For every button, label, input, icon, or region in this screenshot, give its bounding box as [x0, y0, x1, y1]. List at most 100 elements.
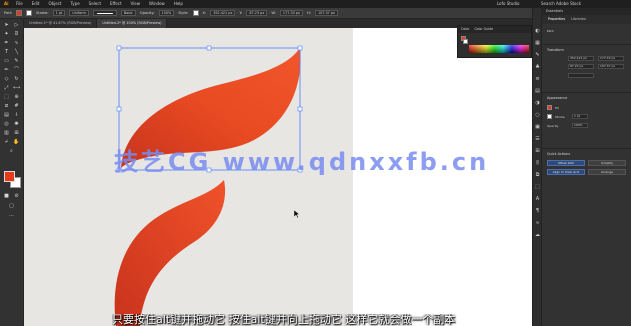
- menu-file[interactable]: File: [16, 0, 23, 8]
- handle-top-left[interactable]: [116, 45, 122, 51]
- curvature-icon[interactable]: ∿: [13, 40, 20, 47]
- rotate-icon[interactable]: ↻: [13, 76, 20, 83]
- fill-stroke-widget[interactable]: [4, 171, 22, 189]
- menu-type[interactable]: Type: [70, 0, 79, 8]
- stroke-swatch[interactable]: [25, 10, 32, 16]
- fill-swatch[interactable]: [15, 10, 22, 16]
- hand-icon[interactable]: ✋: [13, 139, 20, 146]
- more-tools-icon[interactable]: ⋯: [8, 213, 15, 220]
- menu-object[interactable]: Object: [48, 0, 61, 8]
- character-icon[interactable]: A: [534, 196, 541, 203]
- tab-libraries[interactable]: Libraries: [571, 15, 586, 24]
- rectangle-icon[interactable]: ▭: [3, 58, 10, 65]
- y-field[interactable]: 87.23 px: [246, 10, 268, 16]
- shaper-icon[interactable]: ⌒: [13, 67, 20, 74]
- lasso-icon[interactable]: ᘐ: [13, 31, 20, 38]
- color-icon[interactable]: ◐: [534, 28, 541, 35]
- layers-icon[interactable]: ☰: [534, 136, 541, 143]
- zoom-icon[interactable]: ⌕: [8, 148, 15, 155]
- direct-selection-icon[interactable]: ▷: [13, 22, 20, 29]
- canvas[interactable]: [24, 28, 532, 326]
- transform-icon[interactable]: ⬚: [534, 184, 541, 191]
- stroke-icon[interactable]: ≡: [534, 76, 541, 83]
- graph-icon[interactable]: ▥: [3, 130, 10, 137]
- handle-middle-left[interactable]: [116, 106, 122, 112]
- appearance-icon[interactable]: ○: [534, 112, 541, 119]
- eyedropper-icon[interactable]: ⸸: [13, 112, 20, 119]
- symbol-sprayer-icon[interactable]: ✺: [13, 121, 20, 128]
- tab-color-guide[interactable]: Color Guide: [474, 26, 493, 33]
- handle-top-right[interactable]: [297, 45, 303, 51]
- perspective-icon[interactable]: ⧄: [3, 103, 10, 110]
- menu-select[interactable]: Select: [89, 0, 101, 8]
- shape-builder-icon[interactable]: ⊕: [13, 94, 20, 101]
- stroke-weight-field[interactable]: 1 pt: [52, 10, 66, 16]
- handle-top-center[interactable]: [206, 45, 212, 51]
- menu-effect[interactable]: Effect: [110, 0, 122, 8]
- opacity-field[interactable]: 100%: [158, 10, 175, 16]
- variable-width-dropdown[interactable]: Uniform: [69, 10, 89, 16]
- tab-properties[interactable]: Properties: [548, 15, 565, 24]
- x-field[interactable]: 352.421 px: [210, 10, 236, 16]
- simplify-button[interactable]: Simplify: [588, 160, 626, 166]
- paintbrush-icon[interactable]: ✎: [13, 58, 20, 65]
- document-tab-1[interactable]: Untitled-1* @ 41.67% (RGB/Preview): [24, 19, 98, 28]
- workspace-switcher[interactable]: Lofo Studio: [497, 0, 519, 8]
- mesh-icon[interactable]: #: [13, 103, 20, 110]
- type-icon[interactable]: T: [3, 49, 10, 56]
- color-spectrum[interactable]: [469, 45, 529, 53]
- menu-view[interactable]: View: [131, 0, 141, 8]
- eraser-icon[interactable]: ◇: [3, 76, 10, 83]
- links-icon[interactable]: ∞: [534, 220, 541, 227]
- stock-search[interactable]: Search Adobe Stock: [541, 0, 581, 8]
- color-panel-stroke[interactable]: [463, 39, 468, 44]
- screen-mode-icon[interactable]: ▢: [8, 203, 15, 210]
- color-mode-icon[interactable]: ■: [3, 193, 10, 200]
- appearance-fill-swatch[interactable]: [547, 105, 552, 110]
- gradient-icon[interactable]: ▤: [3, 112, 10, 119]
- brushes-icon[interactable]: ✎: [534, 52, 541, 59]
- slice-icon[interactable]: ⌿: [3, 139, 10, 146]
- scale-icon[interactable]: ⤢: [3, 85, 10, 92]
- brush-definition-dropdown[interactable]: [92, 10, 117, 16]
- appearance-stroke-field[interactable]: 1 pt: [572, 114, 588, 119]
- appearance-stroke-swatch[interactable]: [547, 114, 552, 119]
- document-tab-2[interactable]: Untitled-2* @ 100% (RGB/Preview): [97, 19, 168, 28]
- paragraph-icon[interactable]: ¶: [534, 208, 541, 215]
- transform-w-field[interactable]: 177.33 px: [598, 56, 624, 61]
- transform-h-field[interactable]: 107.37 px: [598, 64, 624, 69]
- rotation-field[interactable]: [568, 73, 594, 78]
- menu-window[interactable]: Window: [149, 0, 165, 8]
- width-icon[interactable]: ⟷: [13, 85, 20, 92]
- lower-flame-shape[interactable]: [114, 180, 226, 326]
- magic-wand-icon[interactable]: ✦: [3, 31, 10, 38]
- artboard-icon[interactable]: ⊞: [13, 130, 20, 137]
- selection-icon[interactable]: ➤: [3, 22, 10, 29]
- arrange-button[interactable]: Arrange: [588, 169, 626, 175]
- appearance-opacity-field[interactable]: 100%: [572, 123, 588, 128]
- line-icon[interactable]: ╲: [13, 49, 20, 56]
- libraries-icon[interactable]: ☁: [534, 232, 541, 239]
- handle-middle-right[interactable]: [297, 106, 303, 112]
- symbols-icon[interactable]: ♣: [534, 64, 541, 71]
- gradient-icon[interactable]: ▤: [534, 88, 541, 95]
- swatches-icon[interactable]: ▦: [534, 40, 541, 47]
- tab-color[interactable]: Color: [461, 26, 469, 33]
- none-mode-icon[interactable]: ⊘: [13, 193, 20, 200]
- pen-icon[interactable]: ✒: [3, 40, 10, 47]
- brush-basic-dropdown[interactable]: Basic: [120, 10, 136, 16]
- menu-help[interactable]: Help: [174, 0, 183, 8]
- h-field[interactable]: 107.37 px: [314, 10, 339, 16]
- transform-y-field[interactable]: 87.23 px: [568, 64, 594, 69]
- color-panel[interactable]: Color Color Guide: [457, 25, 532, 58]
- transform-x-field[interactable]: 352.421 px: [568, 56, 594, 61]
- transparency-icon[interactable]: ◑: [534, 100, 541, 107]
- fill-color-box[interactable]: [4, 171, 15, 182]
- free-transform-icon[interactable]: ⬚: [3, 94, 10, 101]
- graphic-style-swatch[interactable]: [192, 10, 199, 16]
- blend-icon[interactable]: ◎: [3, 121, 10, 128]
- w-field[interactable]: 177.33 px: [279, 10, 304, 16]
- artboard[interactable]: [24, 28, 532, 326]
- graphic-styles-icon[interactable]: ▣: [534, 124, 541, 131]
- pencil-icon[interactable]: ✏: [3, 67, 10, 74]
